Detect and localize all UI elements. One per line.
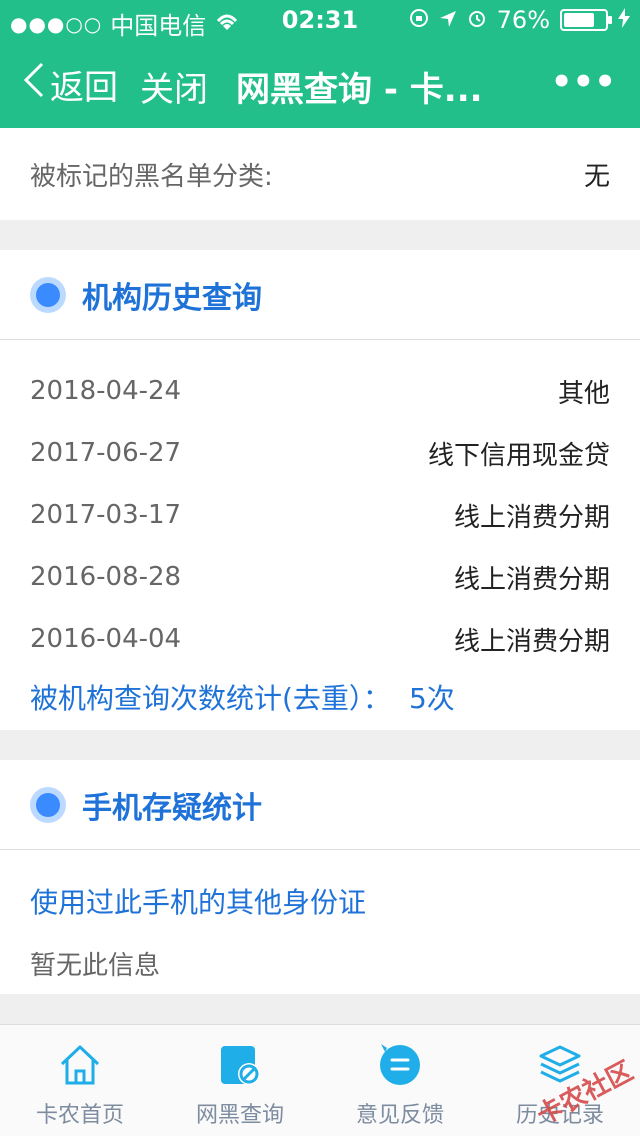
history-row: 2016-08-28 线上消费分期 (30, 546, 610, 608)
tab-home[interactable]: 卡农首页 (0, 1025, 160, 1136)
section-gap (0, 730, 640, 760)
institution-history-header: 机构历史查询 (0, 250, 640, 340)
close-button[interactable]: 关闭 (140, 62, 208, 111)
bullet-dot-icon (30, 786, 66, 823)
blacklist-label: 被标记的黑名单分类: (30, 161, 273, 192)
back-label: 返回 (50, 68, 118, 108)
battery-icon (560, 9, 612, 31)
history-date: 2016-08-28 (30, 562, 182, 592)
section-gap (0, 220, 640, 250)
history-type: 线上消费分期 (453, 626, 610, 657)
blacklist-query-icon (216, 1041, 264, 1089)
status-right: 76% (409, 6, 630, 34)
rotation-lock-icon (409, 6, 429, 34)
institution-history-title: 机构历史查询 (82, 280, 262, 316)
tab-blacklist-query[interactable]: 网黑查询 (160, 1025, 320, 1136)
alarm-icon (467, 6, 487, 34)
other-id-cards-link[interactable]: 使用过此手机的其他身份证 (30, 870, 610, 932)
history-type: 线下信用现金贷 (427, 440, 610, 471)
content: 被标记的黑名单分类: 无 机构历史查询 2018-04-24 其他 2017-0… (0, 128, 640, 994)
location-icon (439, 6, 457, 34)
history-row: 2016-04-04 线上消费分期 (30, 608, 610, 670)
battery-percent: 76% (496, 6, 550, 34)
history-date: 2017-06-27 (30, 438, 182, 468)
blacklist-row: 被标记的黑名单分类: 无 (0, 128, 640, 220)
phone-stats-title: 手机存疑统计 (82, 790, 262, 826)
history-date: 2018-04-24 (30, 376, 182, 406)
history-date: 2016-04-04 (30, 624, 182, 654)
feedback-icon (376, 1041, 424, 1089)
no-info-text: 暂无此信息 (30, 950, 161, 981)
query-count-summary: 被机构查询次数统计(去重）： 5次 (30, 670, 610, 730)
history-date: 2017-03-17 (30, 500, 182, 530)
query-count-value: 5次 (408, 682, 455, 715)
phone-stats-header: 手机存疑统计 (0, 760, 640, 850)
history-type: 线上消费分期 (453, 564, 610, 595)
history-type: 其他 (557, 378, 610, 409)
tab-bar: 卡农首页 网黑查询 意见反馈 历史记录 卡农社区 (0, 1024, 640, 1136)
history-list: 2018-04-24 其他 2017-06-27 线下信用现金贷 2017-03… (0, 340, 640, 730)
status-bar: ●●●○○ 中国电信 02:31 76% (0, 0, 640, 40)
phone-list: 使用过此手机的其他身份证 暂无此信息 (0, 850, 640, 994)
bullet-dot-icon (30, 276, 66, 313)
header: ●●●○○ 中国电信 02:31 76% 返回 关闭 网黑查询 - 卡... •… (0, 0, 640, 128)
more-menu-button[interactable]: ••• (551, 62, 616, 102)
tab-blacklist-query-label: 网黑查询 (195, 1103, 284, 1128)
page-title: 网黑查询 - 卡... (236, 70, 483, 110)
history-row: 2018-04-24 其他 (30, 360, 610, 422)
chevron-left-icon (22, 60, 46, 109)
institution-history-card: 机构历史查询 2018-04-24 其他 2017-06-27 线下信用现金贷 … (0, 250, 640, 730)
tab-feedback[interactable]: 意见反馈 (320, 1025, 480, 1136)
nav-bar: 返回 关闭 网黑查询 - 卡... ••• (0, 40, 640, 128)
home-icon (56, 1041, 104, 1089)
history-row: 2017-06-27 线下信用现金贷 (30, 422, 610, 484)
history-type: 线上消费分期 (453, 502, 610, 533)
back-button[interactable]: 返回 (22, 60, 118, 109)
charging-icon (618, 6, 630, 34)
phone-stats-card: 手机存疑统计 使用过此手机的其他身份证 暂无此信息 (0, 760, 640, 994)
blacklist-value: 无 (583, 161, 610, 192)
tab-feedback-label: 意见反馈 (355, 1103, 444, 1128)
query-count-label: 被机构查询次数统计(去重）： (30, 682, 391, 715)
blacklist-card: 被标记的黑名单分类: 无 (0, 128, 640, 220)
tab-home-label: 卡农首页 (35, 1103, 124, 1128)
history-row: 2017-03-17 线上消费分期 (30, 484, 610, 546)
battery-level (564, 13, 594, 27)
